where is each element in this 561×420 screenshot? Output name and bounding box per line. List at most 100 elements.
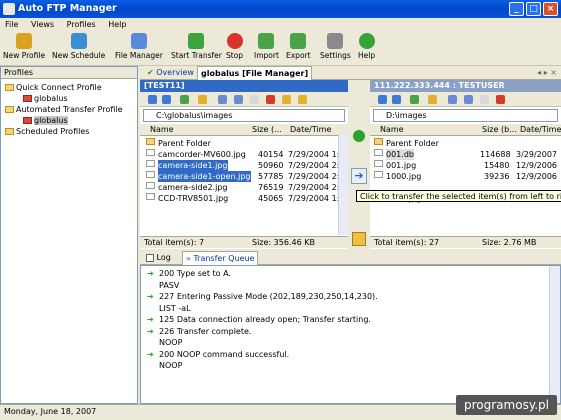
file-manager-button[interactable]: File Manager xyxy=(115,33,163,60)
log-tabs: Log » Transfer Queue xyxy=(140,251,561,266)
import-label: Import xyxy=(254,51,279,60)
folder-up-icon[interactable] xyxy=(428,95,437,104)
list-item[interactable]: camera-side1.jpg 50960 7/29/2004 2:5 xyxy=(140,160,348,171)
remote-pane-title: 111.222.333.444 : TESTUSER xyxy=(370,80,561,92)
new-folder-icon[interactable] xyxy=(282,95,291,104)
local-scrollbar[interactable] xyxy=(338,134,348,235)
tab-overview[interactable]: ✔ Overview xyxy=(144,66,197,80)
rename-icon[interactable] xyxy=(298,95,307,104)
file-name: camera-side2.jpg xyxy=(158,183,228,192)
col-name[interactable]: Name xyxy=(150,124,174,136)
menu-profiles[interactable]: Profiles xyxy=(67,20,96,29)
view-icon[interactable] xyxy=(218,95,227,104)
col-name[interactable]: Name xyxy=(380,124,404,136)
file-date: 12/9/2006 xyxy=(516,172,558,181)
tree-item-globalus-quick[interactable]: globalus xyxy=(1,93,137,104)
remote-total-items: Total item(s): 27 xyxy=(374,238,440,247)
import-icon xyxy=(258,33,275,49)
main-toolbar: New Profile New Schedule File Manager St… xyxy=(0,31,561,66)
settings-button[interactable]: Settings xyxy=(320,33,351,60)
list-item[interactable]: 1000.jpg 39236 12/9/2006 xyxy=(370,171,561,182)
folder-icon xyxy=(5,84,14,91)
list-item[interactable]: camera-side1-open.jpg 57785 7/29/2004 2:5 xyxy=(140,171,348,182)
delete-icon[interactable] xyxy=(266,95,275,104)
menu-views[interactable]: Views xyxy=(31,20,54,29)
file-date: 7/29/2004 1:5 xyxy=(288,194,345,203)
tree-item-globalus-automated[interactable]: globalus xyxy=(1,115,137,126)
copy-icon[interactable] xyxy=(464,95,473,104)
remote-status: Total item(s): 27 Size: 2.76 MB xyxy=(370,236,561,248)
list-item[interactable]: camera-side2.jpg 76519 7/29/2004 2:5 xyxy=(140,182,348,193)
list-item[interactable]: Parent Folder xyxy=(370,138,561,149)
queue-icon[interactable] xyxy=(352,232,366,246)
log-scrollbar[interactable] xyxy=(549,266,560,403)
new-schedule-button[interactable]: New Schedule xyxy=(52,33,105,60)
log-text: 226 Transfer complete. xyxy=(159,326,252,336)
new-profile-button[interactable]: New Profile xyxy=(3,33,45,60)
tab-transfer-queue[interactable]: » Transfer Queue xyxy=(182,251,259,266)
remote-path-field[interactable]: D:\images xyxy=(373,109,558,122)
list-item[interactable]: camcorder-MV600.jpg 40154 7/29/2004 1:5 xyxy=(140,149,348,160)
local-status: Total item(s): 7 Size: 356.46 KB xyxy=(140,236,348,248)
list-item[interactable]: 001.db 114688 3/29/2007 xyxy=(370,149,561,160)
close-button[interactable]: × xyxy=(543,2,558,16)
folder-up-icon[interactable] xyxy=(198,95,207,104)
minimize-button[interactable]: _ xyxy=(509,2,524,16)
tab-file-manager[interactable]: globalus [File Manager] xyxy=(197,66,313,80)
tree-item-automated-transfer[interactable]: Automated Transfer Profile xyxy=(1,104,137,115)
tab-file-manager-label: globalus [File Manager] xyxy=(201,69,309,78)
back-icon[interactable] xyxy=(148,95,157,104)
local-path-field[interactable]: C:\globalus\images xyxy=(143,109,345,122)
list-item[interactable]: CCD-TRV8501.jpg 45065 7/29/2004 1:5 xyxy=(140,193,348,204)
maximize-button[interactable]: □ xyxy=(526,2,541,16)
file-date: 7/29/2004 1:5 xyxy=(288,150,345,159)
log-text: 200 Type set to A. xyxy=(159,269,231,278)
stop-button[interactable]: Stop xyxy=(226,33,243,60)
status-date: Monday, June 18, 2007 xyxy=(4,407,97,416)
copy-icon[interactable] xyxy=(234,95,243,104)
list-item[interactable]: 001.jpg 15480 12/9/2006 xyxy=(370,160,561,171)
start-transfer-button[interactable]: Start Transfer xyxy=(171,33,222,60)
log-line: NOOP xyxy=(141,360,560,372)
stop-label: Stop xyxy=(226,51,244,60)
delete-icon[interactable] xyxy=(496,95,505,104)
local-file-pane: [TEST11] C:\globalus\images Name Size (.… xyxy=(140,80,348,249)
log-line: PASV xyxy=(141,280,560,292)
forward-icon[interactable] xyxy=(162,95,171,104)
settings-label: Settings xyxy=(320,51,351,60)
file-name: camera-side1-open.jpg xyxy=(158,171,251,182)
tree-item-quick-connect[interactable]: Quick Connect Profile xyxy=(1,82,137,93)
export-button[interactable]: Export xyxy=(286,33,311,60)
file-name: 001.jpg xyxy=(386,161,417,170)
tree-item-label: globalus xyxy=(34,116,68,125)
remote-pane-toolbar xyxy=(370,92,561,107)
log-text: 200 NOOP command successful. xyxy=(159,349,290,359)
paste-icon[interactable] xyxy=(250,95,259,104)
connect-status-icon[interactable] xyxy=(353,130,365,142)
col-date[interactable]: Date/Time xyxy=(520,124,561,136)
profiles-header: Profiles xyxy=(1,67,137,79)
help-icon xyxy=(358,33,375,49)
tab-log[interactable]: Log xyxy=(146,251,171,265)
forward-icon[interactable] xyxy=(392,95,401,104)
menu-help[interactable]: Help xyxy=(108,20,126,29)
paste-icon[interactable] xyxy=(480,95,489,104)
view-icon[interactable] xyxy=(448,95,457,104)
col-size[interactable]: Size (... xyxy=(252,124,282,136)
transfer-right-button[interactable]: ➔ xyxy=(351,168,367,184)
watermark: programosy.pl xyxy=(456,395,557,415)
back-icon[interactable] xyxy=(378,95,387,104)
col-date[interactable]: Date/Time xyxy=(290,124,331,136)
refresh-icon[interactable] xyxy=(180,95,189,104)
tree-item-scheduled[interactable]: Scheduled Profiles xyxy=(1,126,137,137)
refresh-icon[interactable] xyxy=(410,95,419,104)
tab-scroll-arrows[interactable]: ◂ ▸ × xyxy=(537,66,557,80)
queue-arrows-icon: » xyxy=(186,254,191,263)
import-button[interactable]: Import xyxy=(254,33,279,60)
col-size[interactable]: Size (b... xyxy=(482,124,517,136)
list-item[interactable]: Parent Folder xyxy=(140,138,348,149)
help-button[interactable]: Help xyxy=(358,33,375,60)
menu-file[interactable]: File xyxy=(5,20,18,29)
file-manager-icon xyxy=(130,33,147,49)
file-size: 39236 xyxy=(484,172,510,181)
